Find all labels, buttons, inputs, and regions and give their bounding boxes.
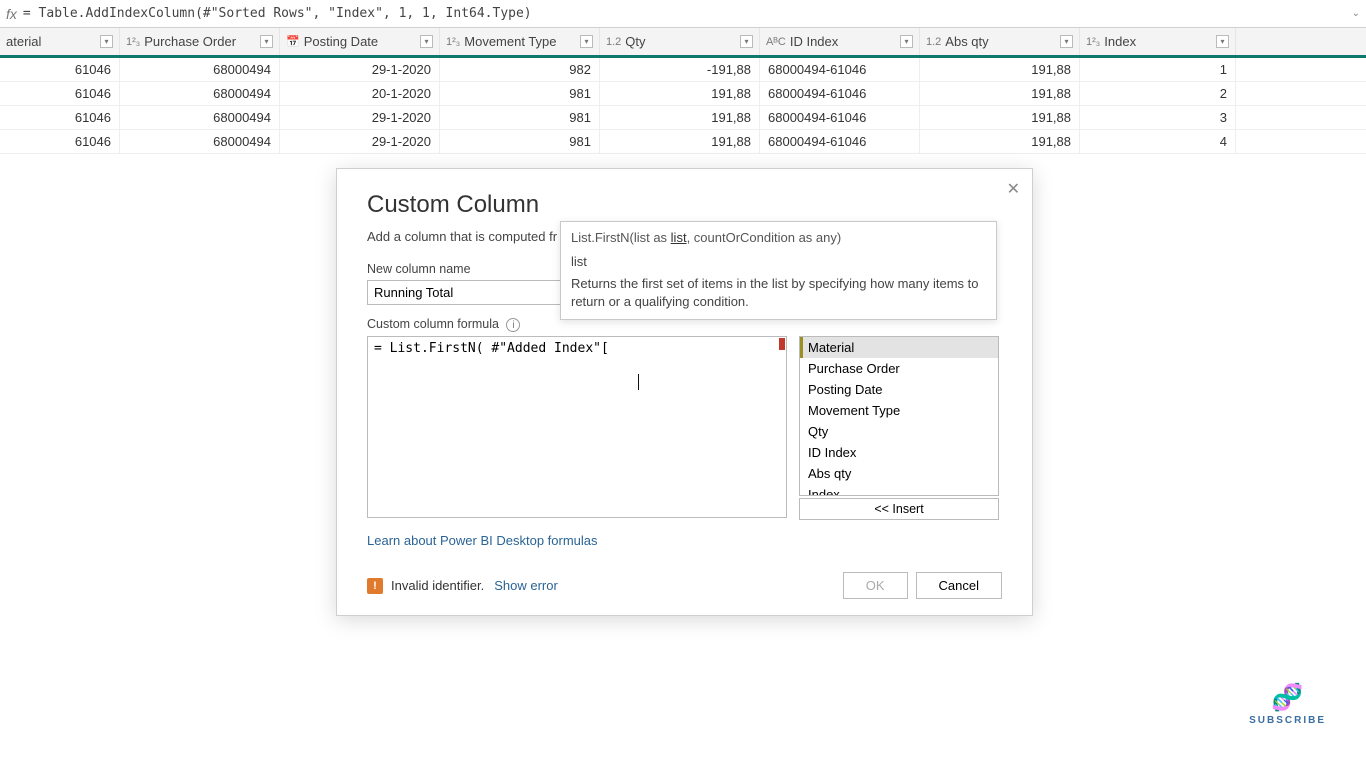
header-posting-date[interactable]: 📅 Posting Date ▾ (280, 28, 440, 55)
decimal-type-icon: 1.2 (926, 36, 941, 48)
cell-idx: 68000494-61046 (760, 58, 920, 81)
column-item[interactable]: Abs qty (800, 463, 998, 484)
custom-formula-input[interactable] (367, 336, 787, 518)
cell-material: 61046 (0, 82, 120, 105)
cell-qty: 191,88 (600, 106, 760, 129)
info-icon[interactable]: i (506, 318, 520, 332)
warning-icon: ! (367, 578, 383, 594)
int-type-icon: 1²₃ (1086, 36, 1100, 48)
cell-material: 61046 (0, 106, 120, 129)
dropdown-icon[interactable]: ▾ (420, 35, 433, 48)
dropdown-icon[interactable]: ▾ (260, 35, 273, 48)
int-type-icon: 1²₃ (126, 36, 140, 48)
cell-abs: 191,88 (920, 58, 1080, 81)
learn-formulas-link[interactable]: Learn about Power BI Desktop formulas (367, 533, 598, 548)
dialog-title: Custom Column (367, 191, 1002, 219)
expand-icon[interactable]: ⌄ (1352, 8, 1360, 19)
header-movement-type[interactable]: 1²₃ Movement Type ▾ (440, 28, 600, 55)
cell-index: 2 (1080, 82, 1236, 105)
error-marker (779, 338, 785, 350)
insert-button[interactable]: << Insert (799, 498, 999, 520)
table-row[interactable]: 610466800049429-1-2020982-191,8868000494… (0, 58, 1366, 82)
cell-date: 29-1-2020 (280, 106, 440, 129)
table-header-row: aterial ▾ 1²₃ Purchase Order ▾ 📅 Posting… (0, 28, 1366, 58)
ok-button: OK (843, 572, 908, 599)
formula-bar: fx ⌄ (0, 0, 1366, 28)
column-item[interactable]: Movement Type (800, 400, 998, 421)
table-row[interactable]: 610466800049429-1-2020981191,8868000494-… (0, 106, 1366, 130)
column-item[interactable]: Index (800, 484, 998, 496)
cell-po: 68000494 (120, 58, 280, 81)
column-item[interactable]: Qty (800, 421, 998, 442)
int-type-icon: 1²₃ (446, 36, 460, 48)
date-type-icon: 📅 (286, 35, 300, 48)
cell-mvt: 982 (440, 58, 600, 81)
cell-mvt: 981 (440, 106, 600, 129)
dropdown-icon[interactable]: ▾ (580, 35, 593, 48)
cell-qty: -191,88 (600, 58, 760, 81)
available-columns-list[interactable]: MaterialPurchase OrderPosting DateMoveme… (799, 336, 999, 496)
new-column-name-input[interactable] (367, 280, 562, 305)
cell-po: 68000494 (120, 106, 280, 129)
dropdown-icon[interactable]: ▾ (1060, 35, 1073, 48)
cell-date: 29-1-2020 (280, 58, 440, 81)
dropdown-icon[interactable]: ▾ (740, 35, 753, 48)
dropdown-icon[interactable]: ▾ (1216, 35, 1229, 48)
fx-icon: fx (6, 6, 17, 22)
data-table: aterial ▾ 1²₃ Purchase Order ▾ 📅 Posting… (0, 28, 1366, 154)
intellisense-tooltip: List.FirstN(list as list, countOrConditi… (560, 221, 997, 320)
tooltip-signature: List.FirstN(list as list, countOrConditi… (571, 230, 986, 246)
header-material[interactable]: aterial ▾ (0, 28, 120, 55)
cell-qty: 191,88 (600, 130, 760, 153)
dna-icon: 🧬 (1249, 682, 1326, 713)
tooltip-description: Returns the first set of items in the li… (571, 275, 986, 311)
error-text: Invalid identifier. (391, 578, 484, 593)
cell-mvt: 981 (440, 82, 600, 105)
cell-idx: 68000494-61046 (760, 82, 920, 105)
cell-material: 61046 (0, 58, 120, 81)
cell-po: 68000494 (120, 82, 280, 105)
cell-qty: 191,88 (600, 82, 760, 105)
cell-abs: 191,88 (920, 130, 1080, 153)
table-row[interactable]: 610466800049420-1-2020981191,8868000494-… (0, 82, 1366, 106)
cell-index: 3 (1080, 106, 1236, 129)
column-item[interactable]: ID Index (800, 442, 998, 463)
cell-index: 1 (1080, 58, 1236, 81)
cancel-button[interactable]: Cancel (916, 572, 1002, 599)
cell-abs: 191,88 (920, 82, 1080, 105)
table-row[interactable]: 610466800049429-1-2020981191,8868000494-… (0, 130, 1366, 154)
subscribe-watermark: 🧬 SUBSCRIBE (1249, 682, 1326, 726)
decimal-type-icon: 1.2 (606, 36, 621, 48)
header-purchase-order[interactable]: 1²₃ Purchase Order ▾ (120, 28, 280, 55)
cell-idx: 68000494-61046 (760, 106, 920, 129)
formula-bar-input[interactable] (23, 6, 1352, 21)
header-id-index[interactable]: AᴮC ID Index ▾ (760, 28, 920, 55)
dropdown-icon[interactable]: ▾ (100, 35, 113, 48)
tooltip-arg: list (571, 254, 986, 269)
cell-material: 61046 (0, 130, 120, 153)
cell-date: 29-1-2020 (280, 130, 440, 153)
text-type-icon: AᴮC (766, 36, 786, 48)
cell-date: 20-1-2020 (280, 82, 440, 105)
dropdown-icon[interactable]: ▾ (900, 35, 913, 48)
cell-abs: 191,88 (920, 106, 1080, 129)
close-button[interactable]: ✕ (1007, 179, 1020, 199)
cell-mvt: 981 (440, 130, 600, 153)
cell-po: 68000494 (120, 130, 280, 153)
show-error-link[interactable]: Show error (494, 578, 558, 593)
header-qty[interactable]: 1.2 Qty ▾ (600, 28, 760, 55)
cell-idx: 68000494-61046 (760, 130, 920, 153)
column-item[interactable]: Material (800, 337, 998, 358)
text-cursor (638, 374, 639, 390)
cell-index: 4 (1080, 130, 1236, 153)
column-item[interactable]: Posting Date (800, 379, 998, 400)
header-index[interactable]: 1²₃ Index ▾ (1080, 28, 1236, 55)
header-abs-qty[interactable]: 1.2 Abs qty ▾ (920, 28, 1080, 55)
column-item[interactable]: Purchase Order (800, 358, 998, 379)
